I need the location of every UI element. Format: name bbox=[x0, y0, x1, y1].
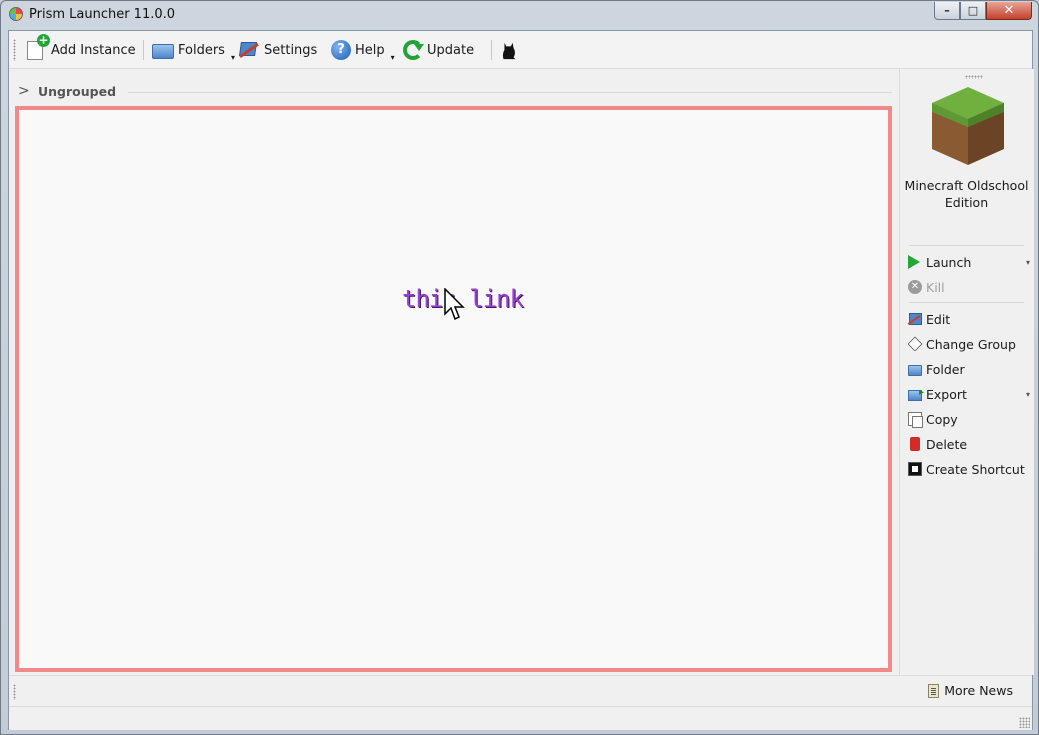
edit-button[interactable]: Edit bbox=[908, 308, 1030, 330]
instance-list-area[interactable]: this link bbox=[15, 106, 892, 672]
settings-label: Settings bbox=[264, 42, 318, 58]
resize-grip[interactable] bbox=[1019, 717, 1030, 728]
window-controls: – □ ✕ bbox=[934, 2, 1032, 20]
group-divider bbox=[128, 91, 892, 93]
copy-icon bbox=[908, 412, 923, 428]
help-icon: ? bbox=[331, 40, 351, 60]
prism-logo-icon bbox=[9, 7, 23, 21]
folder-label: Folder bbox=[926, 361, 965, 377]
help-button[interactable]: ? Help ▾ bbox=[331, 37, 395, 63]
news-toolbar: More News bbox=[9, 675, 1032, 705]
edit-icon bbox=[908, 312, 922, 326]
help-label: Help bbox=[355, 42, 385, 58]
sidebar-divider bbox=[909, 302, 1024, 303]
close-button[interactable]: ✕ bbox=[986, 2, 1032, 20]
minimize-button[interactable]: – bbox=[934, 2, 960, 20]
group-label: Ungrouped bbox=[38, 83, 117, 99]
folder-button[interactable]: Folder bbox=[908, 358, 1030, 380]
kill-label: Kill bbox=[926, 279, 945, 295]
launch-label: Launch bbox=[926, 254, 972, 270]
more-news-label: More News bbox=[944, 683, 1013, 698]
delete-button[interactable]: Delete bbox=[908, 433, 1030, 455]
shortcut-icon bbox=[908, 462, 922, 476]
update-button[interactable]: Update bbox=[403, 37, 474, 63]
minimize-icon: – bbox=[944, 4, 950, 17]
more-news-button[interactable]: More News bbox=[928, 683, 1013, 698]
export-button[interactable]: Export ▾ bbox=[908, 383, 1030, 405]
folder-icon bbox=[152, 44, 174, 59]
export-icon bbox=[908, 387, 924, 401]
create-shortcut-label: Create Shortcut bbox=[926, 461, 1025, 477]
toolbar-separator bbox=[491, 40, 492, 60]
title-bar[interactable]: Prism Launcher 11.0.0 – □ ✕ bbox=[1, 1, 1038, 29]
status-bar bbox=[9, 706, 1032, 730]
tag-icon bbox=[907, 336, 923, 352]
settings-icon bbox=[238, 40, 260, 60]
instance-sidebar: Minecraft Oldschool Edition Launch ▾ ✕ K… bbox=[899, 69, 1034, 675]
instance-name: Minecraft Oldschool Edition bbox=[904, 178, 1029, 210]
delete-icon bbox=[910, 437, 920, 451]
toolbar-grip[interactable] bbox=[13, 39, 16, 61]
update-label: Update bbox=[427, 42, 475, 58]
folder-icon bbox=[908, 364, 922, 376]
news-toolbar-grip[interactable] bbox=[13, 684, 16, 700]
add-instance-button[interactable]: Add Instance bbox=[27, 33, 136, 63]
maximize-button[interactable]: □ bbox=[960, 2, 986, 20]
play-icon bbox=[908, 255, 922, 269]
close-icon: ✕ bbox=[1003, 3, 1015, 18]
edit-label: Edit bbox=[926, 311, 951, 327]
cat-icon bbox=[502, 42, 516, 60]
sidebar-grip[interactable] bbox=[965, 75, 983, 79]
mouse-cursor-icon bbox=[444, 288, 465, 321]
launch-button[interactable]: Launch ▾ bbox=[908, 251, 1030, 273]
change-group-label: Change Group bbox=[926, 336, 1016, 352]
client-area: Add Instance Folders ▾ Settings ? Help ▾… bbox=[8, 30, 1034, 730]
export-label: Export bbox=[926, 386, 967, 402]
chevron-down-icon: ▾ bbox=[230, 52, 235, 62]
instance-view: > Ungrouped this link bbox=[9, 69, 897, 672]
instance-grass-block-icon[interactable] bbox=[932, 87, 1004, 165]
cat-toggle-button[interactable] bbox=[499, 37, 519, 63]
create-shortcut-button[interactable]: Create Shortcut bbox=[908, 458, 1030, 480]
settings-button[interactable]: Settings bbox=[238, 37, 317, 63]
sidebar-divider bbox=[909, 245, 1024, 246]
chevron-down-icon[interactable]: ▾ bbox=[1026, 390, 1030, 399]
group-header[interactable]: > Ungrouped bbox=[18, 81, 892, 101]
toolbar-separator bbox=[143, 40, 144, 60]
copy-label: Copy bbox=[926, 411, 958, 427]
chevron-down-icon: ▾ bbox=[390, 52, 395, 62]
kill-button[interactable]: ✕ Kill bbox=[908, 276, 1030, 298]
maximize-icon: □ bbox=[967, 4, 979, 17]
copy-button[interactable]: Copy bbox=[908, 408, 1030, 430]
folders-label: Folders bbox=[178, 42, 225, 58]
delete-label: Delete bbox=[926, 436, 968, 452]
add-instance-icon bbox=[27, 33, 50, 60]
folders-button[interactable]: Folders ▾ bbox=[152, 37, 235, 63]
main-toolbar: Add Instance Folders ▾ Settings ? Help ▾… bbox=[9, 31, 1032, 69]
kill-icon: ✕ bbox=[908, 280, 922, 294]
chevron-right-icon: > bbox=[18, 83, 30, 99]
news-icon bbox=[928, 683, 940, 698]
window-title: Prism Launcher 11.0.0 bbox=[29, 7, 176, 22]
app-window: Prism Launcher 11.0.0 – □ ✕ Add Instance… bbox=[0, 0, 1039, 735]
add-instance-label: Add Instance bbox=[51, 42, 136, 58]
update-icon bbox=[403, 40, 424, 60]
chevron-down-icon[interactable]: ▾ bbox=[1026, 258, 1030, 267]
change-group-button[interactable]: Change Group bbox=[907, 333, 1030, 355]
